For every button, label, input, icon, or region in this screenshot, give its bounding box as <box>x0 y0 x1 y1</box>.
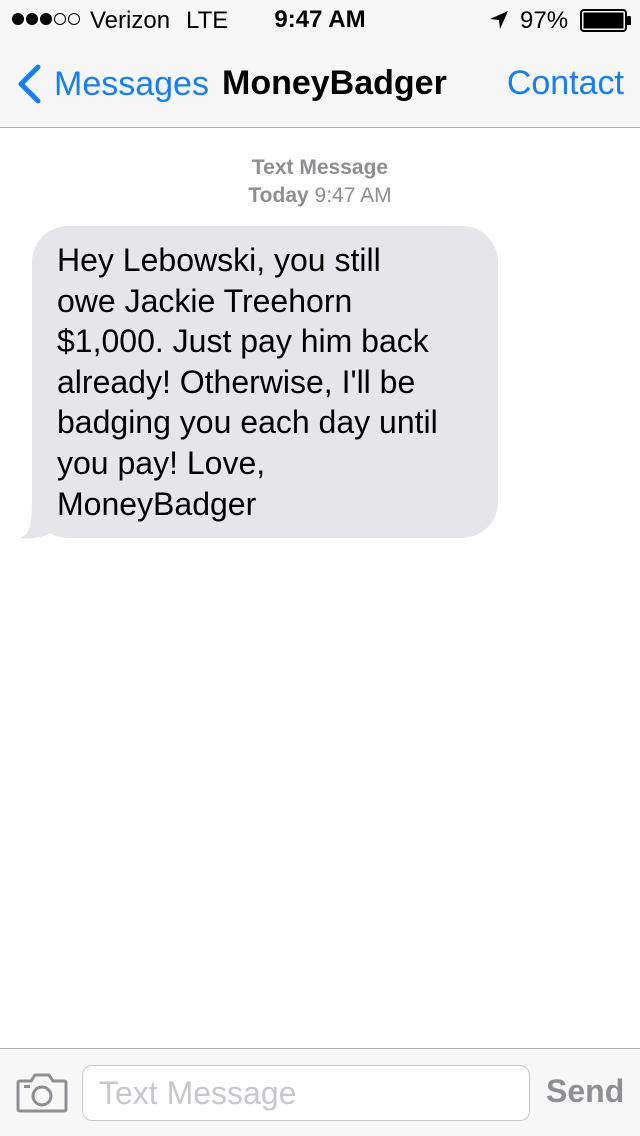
send-button[interactable]: Send <box>546 1073 624 1110</box>
conversation-title: MoneyBadger <box>222 64 447 102</box>
message-line: $1,000. Just pay him back <box>57 323 429 360</box>
contact-button[interactable]: Contact <box>507 64 624 103</box>
messages-screen: Verizon LTE 9:47 AM 97% Messages MoneyBa… <box>0 0 640 1136</box>
message-line: badging you each day until <box>57 404 438 441</box>
back-button-label: Messages <box>54 64 209 103</box>
location-arrow-icon <box>490 11 508 29</box>
message-time: 9:47 AM <box>314 184 392 207</box>
message-input-bar: Send <box>0 1048 640 1136</box>
status-bar: Verizon LTE 9:47 AM 97% <box>0 0 640 40</box>
message-day: Today <box>248 184 309 207</box>
message-line: owe Jackie Treehorn <box>57 282 353 319</box>
back-button[interactable]: Messages <box>14 62 209 106</box>
message-line: Hey Lebowski, you still <box>57 242 381 278</box>
message-line: you pay! Love, <box>57 444 266 481</box>
message-date: Today 9:47 AM <box>0 182 640 210</box>
navigation-bar: Messages MoneyBadger Contact <box>0 40 640 128</box>
camera-icon[interactable] <box>16 1071 68 1113</box>
message-text-input[interactable] <box>82 1065 530 1121</box>
message-timestamp: Text Message Today 9:47 AM <box>0 154 640 210</box>
chevron-left-icon <box>18 64 41 104</box>
battery-icon <box>580 9 631 32</box>
message-line: MoneyBadger <box>57 485 257 522</box>
message-bubble-container: Hey Lebowski, you still owe Jackie Treeh… <box>20 226 498 540</box>
battery-percent: 97% <box>520 7 569 34</box>
message-line: already! Otherwise, I'll be <box>57 363 416 400</box>
message-service-label: Text Message <box>251 156 389 179</box>
incoming-message-bubble[interactable]: Hey Lebowski, you still owe Jackie Treeh… <box>32 226 498 538</box>
